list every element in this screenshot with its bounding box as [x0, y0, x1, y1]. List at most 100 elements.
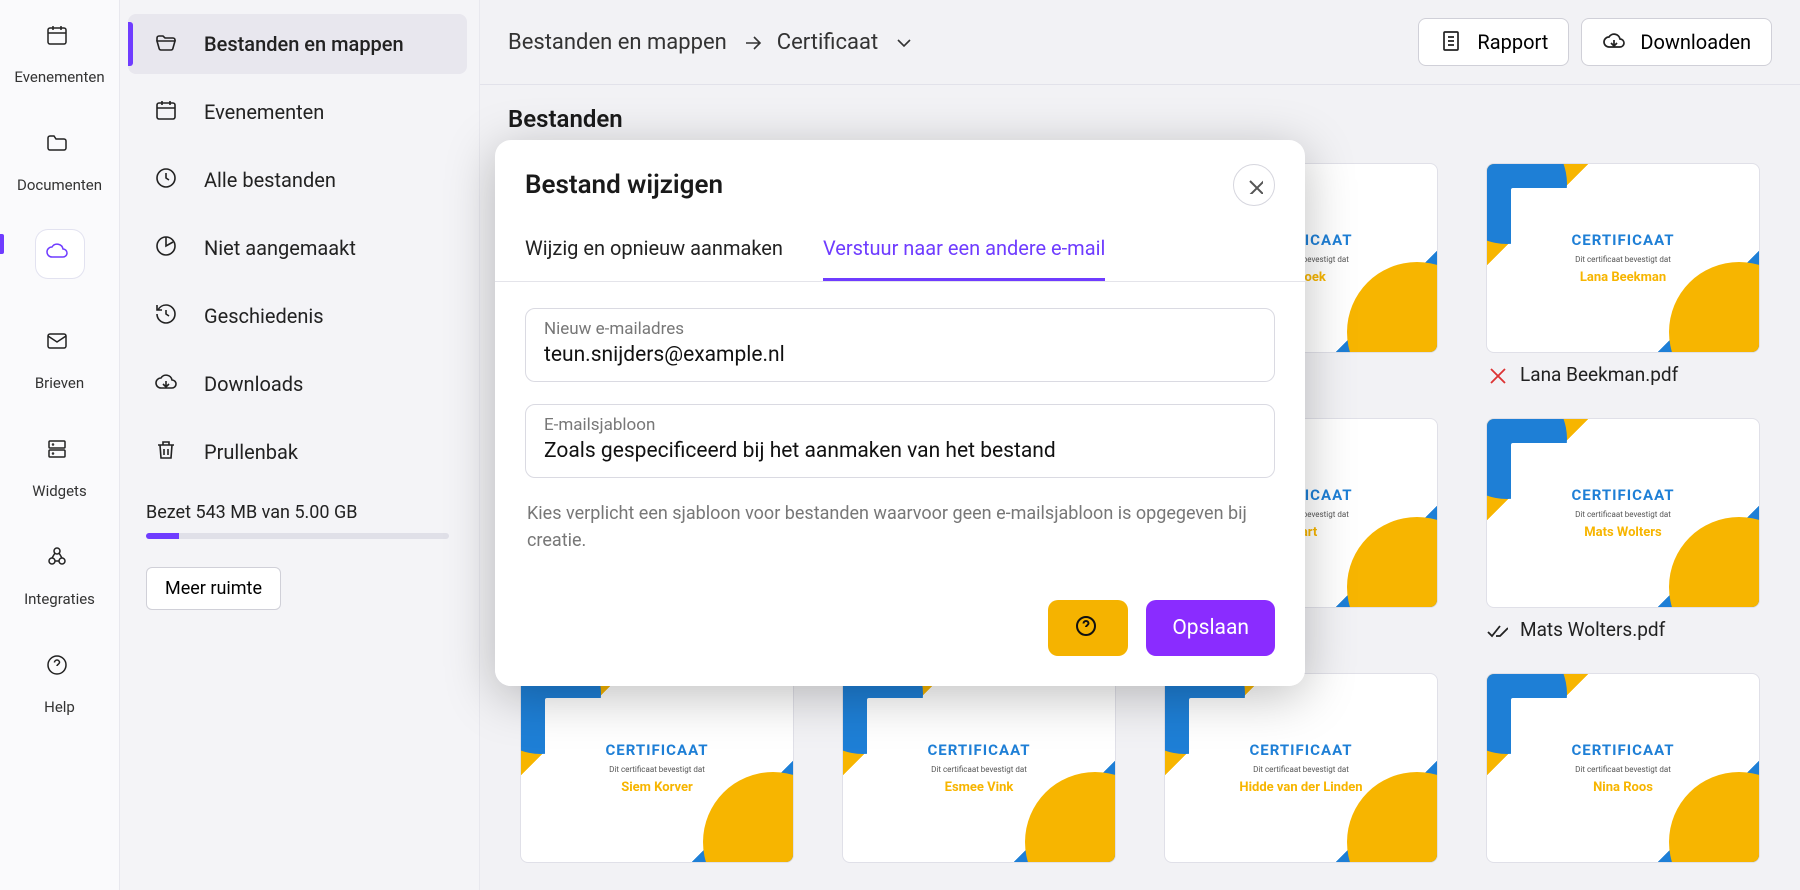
folder-icon	[45, 131, 75, 161]
download-icon	[154, 370, 182, 398]
cert-name: Hidde van der Linden	[1239, 780, 1362, 795]
server-icon	[45, 437, 75, 467]
file-thumbnail: CERTIFICAAT Dit certificaat bevestigt dat…	[842, 673, 1116, 863]
cloud-icon	[45, 239, 75, 269]
rail-label: Integraties	[24, 590, 95, 608]
breadcrumb-root[interactable]: Bestanden en mappen	[508, 30, 727, 55]
breadcrumb: Bestanden en mappen Certificaat	[508, 30, 914, 55]
tab-send-email[interactable]: Verstuur naar een andere e-mail	[823, 220, 1105, 281]
cert-heading: CERTIFICAAT	[1571, 741, 1674, 759]
rail-label: Documenten	[17, 176, 102, 194]
sidebar-item-history[interactable]: Geschiedenis	[128, 286, 467, 346]
file-meta: Mats Wolters.pdf	[1486, 618, 1760, 641]
file-name: Lana Beekman.pdf	[1520, 363, 1678, 386]
download-button[interactable]: Downloaden	[1581, 18, 1772, 66]
rail-item-documents[interactable]: Documenten	[0, 118, 119, 198]
sidebar-item-not-created[interactable]: Niet aangemaakt	[128, 218, 467, 278]
file-card[interactable]: CERTIFICAAT Dit certificaat bevestigt dat…	[1164, 673, 1438, 863]
history-icon	[154, 302, 182, 330]
nav-rail: Evenementen Documenten Brieven Widgets I…	[0, 0, 120, 890]
rail-item-cloud[interactable]	[0, 226, 119, 288]
file-card[interactable]: CERTIFICAAT Dit certificaat bevestigt dat…	[842, 673, 1116, 863]
sidebar-item-downloads[interactable]: Downloads	[128, 354, 467, 414]
topbar-actions: Rapport Downloaden	[1418, 18, 1772, 66]
button-label: Rapport	[1477, 30, 1548, 54]
arrow-right-icon	[741, 31, 763, 53]
sidebar-item-label: Niet aangemaakt	[204, 236, 356, 260]
template-field[interactable]: E-mailsjabloon Zoals gespecificeerd bij …	[525, 404, 1275, 478]
pie-icon	[154, 234, 182, 262]
save-button[interactable]: Opslaan	[1146, 600, 1275, 656]
close-icon	[1245, 176, 1263, 194]
sidebar-item-events[interactable]: Evenementen	[128, 82, 467, 142]
field-value: Zoals gespecificeerd bij het aanmaken va…	[544, 439, 1256, 463]
tab-edit[interactable]: Wijzig en opnieuw aanmaken	[525, 220, 783, 281]
webhook-icon	[45, 545, 75, 575]
calendar-icon	[154, 98, 182, 126]
file-card[interactable]: CERTIFICAAT Dit certificaat bevestigt dat…	[1486, 673, 1760, 863]
field-value: teun.snijders@example.nl	[544, 343, 1256, 367]
file-card[interactable]: CERTIFICAATDit certificaat bevestigt dat…	[1486, 163, 1760, 386]
section-title: Bestanden	[480, 85, 1800, 143]
more-room-button[interactable]: Meer ruimte	[146, 567, 281, 610]
modal-tabs: Wijzig en opnieuw aanmaken Verstuur naar…	[495, 220, 1305, 282]
rail-label: Widgets	[32, 482, 86, 500]
cert-sub: Dit certificaat bevestigt dat	[1575, 510, 1671, 519]
error-icon	[1486, 364, 1508, 386]
rail-item-widgets[interactable]: Widgets	[0, 424, 119, 504]
trash-icon	[154, 438, 182, 466]
email-field[interactable]: Nieuw e-mailadres teun.snijders@example.…	[525, 308, 1275, 382]
file-meta: Lana Beekman.pdf	[1486, 363, 1760, 386]
cert-name: Nina Roos	[1593, 780, 1653, 795]
help-text: Kies verplicht een sjabloon voor bestand…	[525, 500, 1275, 564]
chevron-down-icon[interactable]	[892, 31, 914, 53]
storage-text: Bezet 543 MB van 5.00 GB	[146, 502, 357, 523]
help-icon	[1074, 614, 1102, 642]
sidebar-item-label: Alle bestanden	[204, 168, 336, 192]
cert-heading: CERTIFICAAT	[927, 741, 1030, 759]
rail-label: Evenementen	[14, 68, 104, 86]
sidebar-item-label: Bestanden en mappen	[204, 32, 404, 56]
cert-sub: Dit certificaat bevestigt dat	[1575, 765, 1671, 774]
file-thumbnail: CERTIFICAAT Dit certificaat bevestigt dat…	[1486, 673, 1760, 863]
sidebar-item-files-folders[interactable]: Bestanden en mappen	[128, 14, 467, 74]
breadcrumb-current[interactable]: Certificaat	[777, 30, 878, 55]
folder-open-icon	[154, 30, 182, 58]
cert-name: Lana Beekman	[1580, 270, 1666, 285]
sidebar-item-all-files[interactable]: Alle bestanden	[128, 150, 467, 210]
sidebar-item-label: Prullenbak	[204, 440, 298, 464]
file-card[interactable]: CERTIFICAATDit certificaat bevestigt dat…	[1486, 418, 1760, 641]
file-card[interactable]: CERTIFICAATDit certificaat bevestigt dat…	[520, 673, 794, 863]
storage-bar	[146, 533, 449, 539]
file-thumbnail: CERTIFICAATDit certificaat bevestigt dat…	[1486, 163, 1760, 353]
cert-sub: Dit certificaat bevestigt dat	[931, 765, 1027, 774]
cert-name: Esmee Vink	[945, 780, 1014, 795]
sidebar-item-label: Evenementen	[204, 100, 324, 124]
download-icon	[1602, 29, 1628, 55]
modal-title: Bestand wijzigen	[525, 170, 723, 200]
file-thumbnail: CERTIFICAATDit certificaat bevestigt dat…	[1486, 418, 1760, 608]
help-button[interactable]	[1048, 600, 1128, 656]
sidebar: Bestanden en mappen Evenementen Alle bes…	[120, 0, 480, 890]
edit-file-modal: Bestand wijzigen Wijzig en opnieuw aanma…	[495, 140, 1305, 686]
cert-heading: CERTIFICAAT	[1249, 741, 1352, 759]
sidebar-item-trash[interactable]: Prullenbak	[128, 422, 467, 482]
topbar: Bestanden en mappen Certificaat Rapport …	[480, 0, 1800, 85]
sidebar-item-label: Downloads	[204, 372, 303, 396]
rail-item-letters[interactable]: Brieven	[0, 316, 119, 396]
rail-item-events[interactable]: Evenementen	[0, 10, 119, 90]
rail-item-integrations[interactable]: Integraties	[0, 532, 119, 612]
field-label: Nieuw e-mailadres	[544, 319, 1256, 339]
cert-name: Mats Wolters	[1584, 525, 1661, 540]
rapport-button[interactable]: Rapport	[1418, 18, 1569, 66]
mail-icon	[45, 329, 75, 359]
file-thumbnail: CERTIFICAAT Dit certificaat bevestigt dat…	[1164, 673, 1438, 863]
rail-item-help[interactable]: Help	[0, 640, 119, 720]
file-thumbnail: CERTIFICAATDit certificaat bevestigt dat…	[520, 673, 794, 863]
close-button[interactable]	[1233, 164, 1275, 206]
cert-sub: Dit certificaat bevestigt dat	[1575, 255, 1671, 264]
storage-info: Bezet 543 MB van 5.00 GB	[128, 490, 467, 545]
help-icon	[45, 653, 75, 683]
cert-sub: Dit certificaat bevestigt dat	[1253, 765, 1349, 774]
cert-sub: Dit certificaat bevestigt dat	[609, 765, 705, 774]
